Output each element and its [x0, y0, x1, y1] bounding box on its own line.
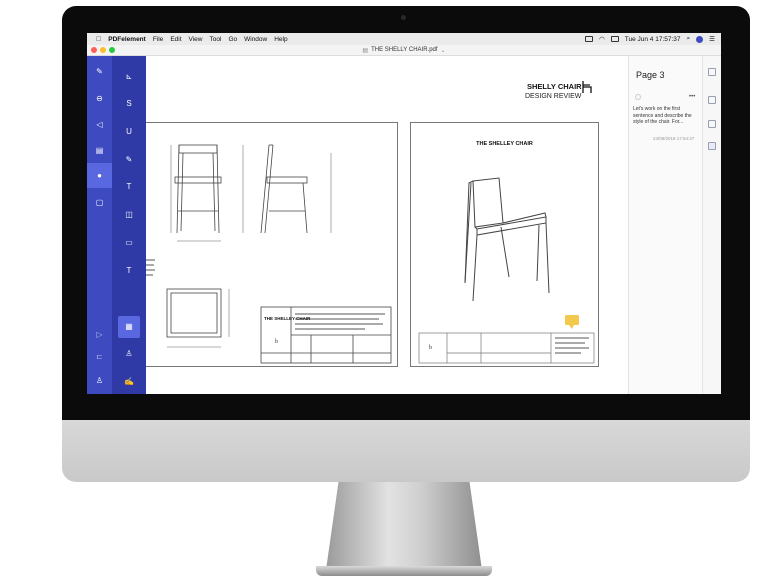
status-area: ◠ Tue Jun 4 17:57:37 ⌕ ☰ [585, 33, 715, 45]
stage:  PDFelement File Edit View Tool Go Wind… [0, 0, 768, 584]
camera [401, 15, 406, 20]
menu-file[interactable]: File [153, 36, 163, 43]
flag-icon[interactable] [610, 36, 619, 42]
left-rail: ✎ ⊖ ◁ ▤ ● ▢ ▷ ⊏ ♙ [87, 56, 112, 394]
search-icon[interactable]: ⌕ [687, 35, 691, 43]
doc-header-subtitle: DESIGN REVIEW [525, 93, 582, 100]
comments-list-icon[interactable] [708, 142, 716, 150]
wifi-icon[interactable]: ◠ [599, 35, 605, 43]
menu-list-icon[interactable]: ☰ [709, 35, 715, 43]
user-icon[interactable]: ♙ [93, 374, 106, 387]
svg-text:b: b [275, 339, 278, 345]
signature-icon[interactable]: ✍ [122, 375, 136, 389]
textbox-icon[interactable]: T [122, 180, 136, 194]
clock[interactable]: Tue Jun 4 17:57:37 [625, 36, 681, 43]
technical-drawing: THE SHELLEY CHAIR b [146, 144, 392, 364]
menu-view[interactable]: View [189, 36, 203, 43]
strikethrough-icon[interactable]: S [122, 97, 136, 111]
drawing-sheet-2: THE SHELLEY CHAIR b [410, 122, 599, 367]
stamp-tool-icon[interactable]: ♙ [122, 347, 136, 361]
menu-window[interactable]: Window [244, 36, 267, 43]
menu-app[interactable]: PDFelement [108, 36, 146, 43]
bookmark-panel-icon[interactable] [708, 120, 716, 128]
form-icon[interactable]: ▢ [93, 196, 106, 209]
window-titlebar: ▤ THE SHELLY CHAIR.pdf ⌄ [87, 45, 721, 56]
chair-logo-icon [582, 81, 592, 93]
menu-go[interactable]: Go [228, 36, 237, 43]
pencil-icon[interactable]: ✎ [122, 153, 136, 167]
stamp-icon[interactable]: ⊖ [93, 92, 106, 105]
comment-text[interactable]: Let's work on the first sentence and des… [633, 106, 699, 126]
comment-avatar [635, 94, 641, 100]
monitor-chin [62, 420, 750, 482]
comment-panel: Page 3 ••• Let's work on the first sente… [628, 56, 702, 394]
thumbnails-icon[interactable] [708, 68, 716, 76]
chair-rendering: b [418, 177, 595, 364]
text-icon[interactable]: T [122, 264, 136, 278]
arrow-icon[interactable]: ⊏ [93, 350, 106, 363]
highlight-icon[interactable]: ⊾ [122, 70, 136, 84]
sticky-note-marker [565, 315, 579, 325]
comment-toolbar: ⊾ S U ✎ T ◫ ▭ T ▦ ♙ ✍ [112, 56, 146, 394]
menubar:  PDFelement File Edit View Tool Go Wind… [87, 33, 721, 45]
window-title: THE SHELLY CHAIR.pdf [371, 47, 438, 53]
sticky-note-icon[interactable]: ▦ [122, 320, 136, 334]
collapse-icon[interactable]: ▷ [93, 328, 106, 341]
titleblock-title: THE SHELLEY CHAIR [264, 316, 311, 321]
monitor-foot [316, 566, 492, 576]
chevron-down-icon[interactable]: ⌄ [441, 47, 446, 54]
document-canvas[interactable]: SHELLY CHAIR DESIGN REVIEW THE SHELLEY C… [146, 56, 628, 394]
page-icon[interactable] [708, 96, 716, 104]
bookmark-icon[interactable]: ▤ [93, 144, 106, 157]
zoom-button[interactable] [109, 47, 115, 53]
drawing-sheet-1: THE SHELLEY CHAIR b [146, 122, 398, 367]
menu-help[interactable]: Help [274, 36, 287, 43]
window-controls [91, 47, 115, 53]
page-label: Page 3 [636, 70, 665, 80]
send-icon[interactable]: ◁ [93, 118, 106, 131]
apple-menu[interactable]:  [96, 36, 101, 43]
comment-date: 24/08/2018 17:54:37 [653, 136, 695, 141]
close-button[interactable] [91, 47, 97, 53]
more-icon[interactable]: ••• [689, 94, 695, 100]
screen-mirror-icon[interactable] [585, 36, 594, 42]
minimize-button[interactable] [100, 47, 106, 53]
screen:  PDFelement File Edit View Tool Go Wind… [87, 33, 721, 394]
text-comment-icon[interactable]: ◫ [122, 208, 136, 222]
right-toolstrip [702, 56, 721, 394]
siri-icon[interactable] [696, 35, 704, 43]
area-icon[interactable]: ▭ [122, 236, 136, 250]
edit-icon[interactable]: ✎ [93, 65, 106, 78]
doc-icon: ▤ [362, 47, 369, 54]
sheet2-title: THE SHELLEY CHAIR [476, 141, 533, 147]
menu-edit[interactable]: Edit [170, 36, 181, 43]
comment-icon[interactable]: ● [93, 169, 106, 182]
monitor-stand [326, 482, 482, 570]
menu-tool[interactable]: Tool [210, 36, 222, 43]
svg-text:b: b [429, 345, 432, 351]
doc-header-title: SHELLY CHAIR [527, 82, 582, 91]
underline-icon[interactable]: U [122, 125, 136, 139]
